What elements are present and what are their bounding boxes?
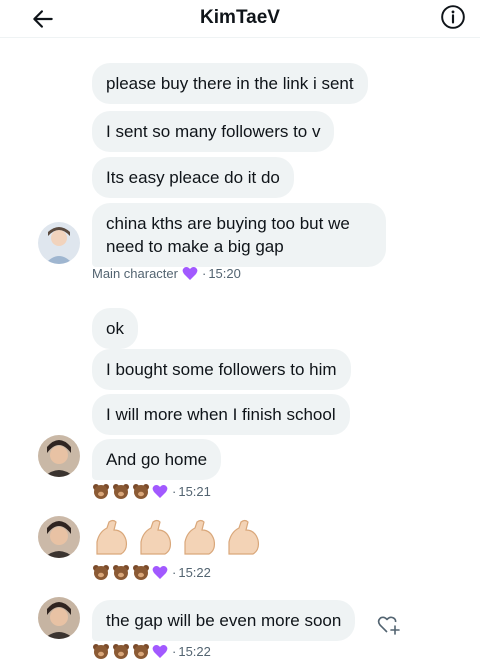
add-reaction-icon[interactable] [376, 611, 402, 637]
message-bubble[interactable]: I will more when I finish school [92, 394, 350, 435]
reaction-emojis [92, 564, 168, 580]
sender-name: Main character [92, 266, 178, 281]
avatar[interactable] [38, 516, 80, 558]
reaction-emojis [92, 483, 168, 499]
avatar[interactable] [38, 597, 80, 639]
message-bubble[interactable]: Its easy pleace do it do [92, 157, 294, 198]
timestamp: 15:20 [208, 266, 241, 281]
purple-heart-icon [152, 484, 168, 498]
bear-face-icon [113, 565, 129, 580]
info-icon[interactable] [440, 4, 466, 30]
flexed-biceps-icon [184, 519, 216, 555]
bear-face-icon [113, 484, 129, 499]
flexed-biceps-icon [96, 519, 128, 555]
bear-face-icon [133, 484, 149, 499]
message-bubble[interactable]: I sent so many followers to v [92, 111, 335, 152]
message-meta: Main character · 15:20 [92, 266, 241, 281]
bear-face-icon [93, 565, 109, 580]
flexed-biceps-icon [140, 519, 172, 555]
conversation-title: KimTaeV [200, 7, 280, 28]
timestamp: 15:22 [178, 643, 211, 659]
message-bubble[interactable]: china kths are buying too but we need to… [92, 203, 386, 267]
message-meta: · 15:22 [92, 564, 211, 580]
purple-heart-icon [152, 565, 168, 579]
emoji-message[interactable] [93, 518, 261, 556]
bear-face-icon [133, 644, 149, 659]
bear-face-icon [113, 644, 129, 659]
avatar[interactable] [38, 222, 80, 264]
message-bubble[interactable]: And go home [92, 439, 222, 480]
message-bubble[interactable]: the gap will be even more soon [92, 600, 356, 641]
purple-heart-icon [182, 267, 198, 280]
message-meta: · 15:22 [92, 643, 211, 659]
flexed-biceps-icon [228, 519, 260, 555]
avatar[interactable] [38, 435, 80, 477]
message-meta: · 15:21 [92, 483, 211, 499]
timestamp: 15:22 [178, 564, 211, 580]
reaction-emojis [92, 643, 168, 659]
message-bubble[interactable]: ok [92, 308, 138, 349]
timestamp: 15:21 [178, 483, 211, 499]
bear-face-icon [93, 484, 109, 499]
purple-heart-icon [152, 644, 168, 658]
message-bubble[interactable]: please buy there in the link i sent [92, 63, 368, 104]
bear-face-icon [133, 565, 149, 580]
bear-face-icon [93, 644, 109, 659]
message-bubble[interactable]: I bought some followers to him [92, 349, 351, 390]
conversation-header: KimTaeV [0, 0, 480, 38]
